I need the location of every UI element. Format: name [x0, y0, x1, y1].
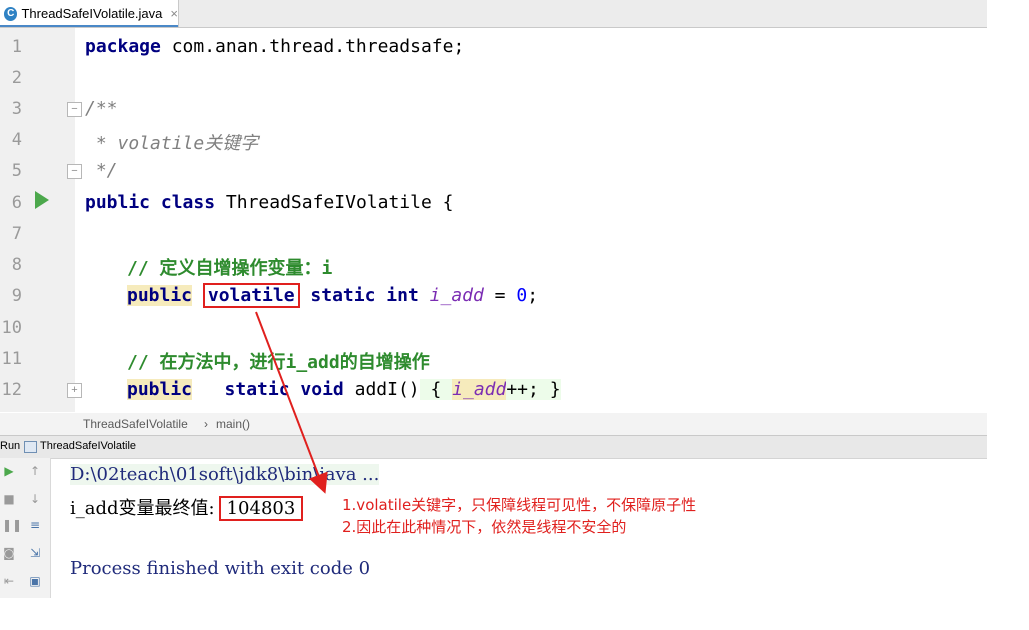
annotation-arrow: [255, 311, 328, 494]
arrow-line: [255, 311, 328, 494]
